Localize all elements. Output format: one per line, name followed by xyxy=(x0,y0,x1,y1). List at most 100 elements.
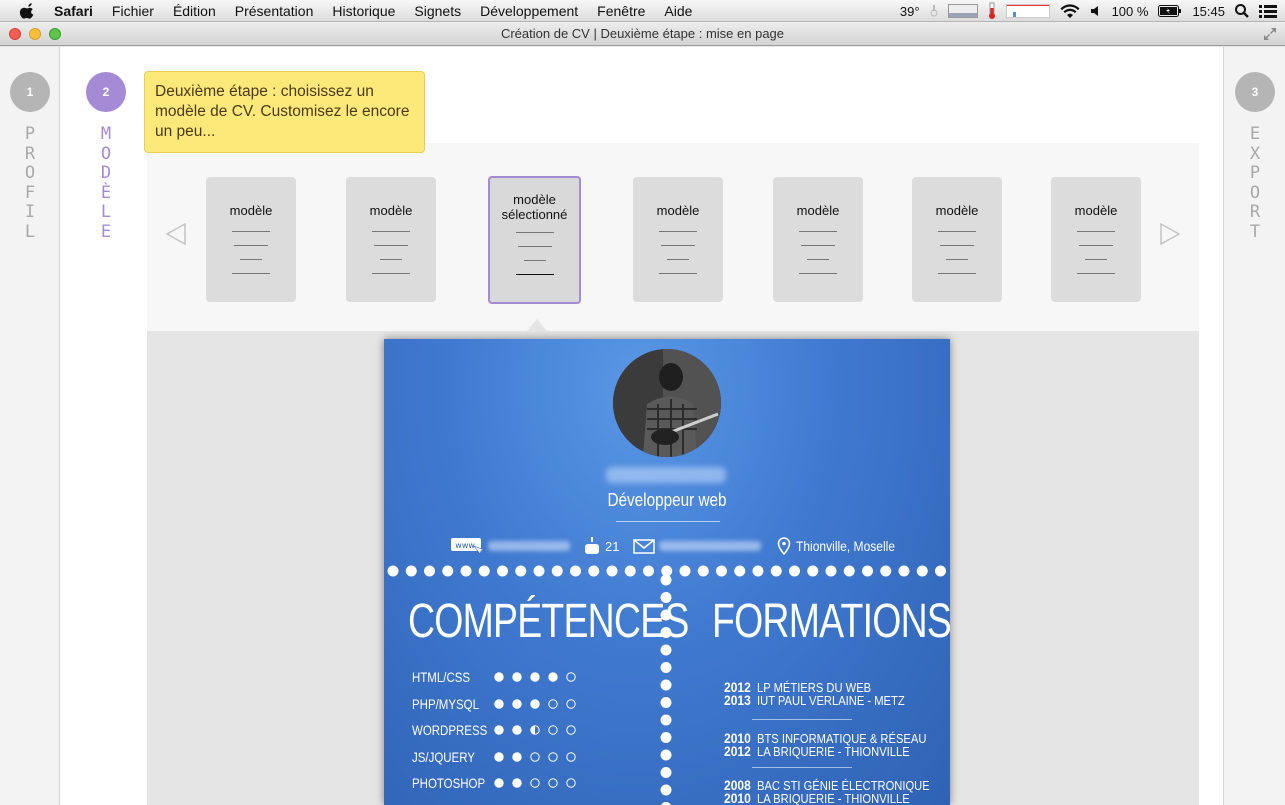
step-2-letter: L xyxy=(100,202,112,222)
template-card-selected[interactable]: modèle sélectionné xyxy=(488,176,581,304)
rating-dot xyxy=(512,778,522,788)
age-value: 21 xyxy=(605,538,620,554)
contact-email xyxy=(633,537,761,555)
thermometer-icon[interactable] xyxy=(988,2,996,20)
cv-builder-app: 1 PROFIL 2 MODÈLE 3 EXPORT modèle modèle… xyxy=(0,47,1285,805)
menu-items: Safari Fichier Édition Présentation Hist… xyxy=(54,3,711,19)
temperature-readout[interactable]: 39° xyxy=(900,4,920,19)
step-2-letter: È xyxy=(100,182,112,203)
step-export-rail[interactable]: 3 EXPORT xyxy=(1223,47,1285,805)
carousel-prev-arrow-icon[interactable] xyxy=(165,223,187,245)
battery-icon[interactable] xyxy=(1158,5,1182,17)
wifi-icon[interactable] xyxy=(1060,3,1080,19)
rating-dot xyxy=(566,725,576,735)
template-carousel: modèle modèle modèle sélectionné modèle … xyxy=(147,143,1199,331)
template-card-1[interactable]: modèle xyxy=(206,177,296,302)
mail-icon xyxy=(633,539,655,554)
contact-website: www. xyxy=(450,537,570,555)
cpu-graph[interactable] xyxy=(947,4,978,18)
cv-preview-area: Développeur web www. 21 Thionville, Mose… xyxy=(147,319,1199,805)
rating-dot xyxy=(512,672,522,682)
carousel-next-arrow-icon[interactable] xyxy=(1159,223,1181,245)
step-1-letter: R xyxy=(24,143,36,164)
clock[interactable]: 15:45 xyxy=(1192,4,1225,19)
template-label-selected: modèle sélectionné xyxy=(501,192,568,222)
status-area: 39° 100 % 15:45 xyxy=(890,0,1277,22)
menu-safari[interactable]: Safari xyxy=(54,3,93,19)
template-card-7[interactable]: modèle xyxy=(1051,177,1141,302)
step-1-circle[interactable]: 1 xyxy=(10,72,50,112)
step-1-letter: L xyxy=(24,221,36,242)
menu-aide[interactable]: Aide xyxy=(664,3,692,19)
menu-presentation[interactable]: Présentation xyxy=(235,3,314,19)
formation-year: 2012 xyxy=(724,743,751,759)
step-3-letter: R xyxy=(1249,202,1261,222)
step-3-letter: T xyxy=(1249,221,1261,242)
rating-dot xyxy=(494,725,504,735)
formation-year: 2010 xyxy=(724,790,751,805)
step-1-letter: I xyxy=(24,202,36,222)
template-card-2[interactable]: modèle xyxy=(346,177,436,302)
divider xyxy=(616,521,720,522)
formation-divider xyxy=(752,719,852,720)
step-3-circle[interactable]: 3 xyxy=(1235,72,1275,112)
selected-template-pointer xyxy=(527,319,547,331)
step-2-circle[interactable]: 2 xyxy=(86,72,126,112)
menubar: Safari Fichier Édition Présentation Hist… xyxy=(0,0,1285,22)
notification-list-icon[interactable] xyxy=(1259,4,1277,18)
spotlight-search-icon[interactable] xyxy=(1235,4,1249,18)
drop-icon[interactable] xyxy=(930,4,938,18)
formation-line: LA BRIQUERIE - THIONVILLE xyxy=(757,744,910,759)
competences-title: COMPÉTENCES xyxy=(408,595,689,648)
skill-name: WORDPRESS xyxy=(412,722,488,738)
website-redacted xyxy=(488,541,570,551)
step-2-label: MODÈLE xyxy=(96,124,116,242)
fullscreen-icon[interactable] xyxy=(1263,27,1277,41)
close-window-button[interactable] xyxy=(9,28,21,40)
step-2-letter: O xyxy=(100,143,112,164)
rating-dot xyxy=(566,699,576,709)
battery-percent[interactable]: 100 % xyxy=(1112,4,1149,19)
rating-dot xyxy=(494,778,504,788)
rating-dot xyxy=(566,672,576,682)
rating-dot xyxy=(530,699,540,709)
apple-icon[interactable] xyxy=(18,2,38,19)
skill-name: JS/JQUERY xyxy=(412,749,475,765)
rating-dot xyxy=(530,778,540,788)
menu-fichier[interactable]: Fichier xyxy=(112,3,154,19)
template-card-6[interactable]: modèle xyxy=(912,177,1002,302)
rating-dot xyxy=(566,752,576,762)
step-3-letter: X xyxy=(1249,143,1261,164)
step-1-letter: F xyxy=(24,182,36,203)
template-card-4[interactable]: modèle xyxy=(633,177,723,302)
zoom-window-button[interactable] xyxy=(49,28,61,40)
menu-signets[interactable]: Signets xyxy=(414,3,461,19)
cv-document[interactable]: Développeur web www. 21 Thionville, Mose… xyxy=(384,339,950,805)
rating-dot xyxy=(566,778,576,788)
template-label: modèle xyxy=(656,203,700,218)
menu-edition[interactable]: Édition xyxy=(173,3,216,19)
rating-dot xyxy=(548,725,558,735)
rating-dot xyxy=(494,752,504,762)
menu-historique[interactable]: Historique xyxy=(332,3,395,19)
template-card-5[interactable]: modèle xyxy=(773,177,863,302)
volume-icon[interactable] xyxy=(1090,5,1102,17)
step-3-letter: O xyxy=(1249,182,1261,203)
minimize-window-button[interactable] xyxy=(29,28,41,40)
rating-dot xyxy=(494,672,504,682)
name-redacted xyxy=(606,467,726,483)
step-1-label: PROFIL xyxy=(20,124,40,242)
formations-title: FORMATIONS xyxy=(712,595,950,648)
formation-entry: 2010 BTS INFORMATIQUE & RÉSEAU 2012 LA B… xyxy=(724,731,926,759)
location-pin-icon xyxy=(777,537,791,555)
menu-developpement[interactable]: Développement xyxy=(480,3,578,19)
cake-icon xyxy=(585,537,599,554)
rating-dot xyxy=(494,699,504,709)
skill-name: HTML/CSS xyxy=(412,669,471,685)
menu-fenetre[interactable]: Fenêtre xyxy=(597,3,645,19)
contact-location: Thionville, Moselle xyxy=(777,537,911,555)
step-profil-rail[interactable]: 1 PROFIL xyxy=(0,47,60,805)
rating-dot xyxy=(512,699,522,709)
network-graph[interactable] xyxy=(1005,4,1050,18)
step-1-letter: O xyxy=(24,163,36,183)
